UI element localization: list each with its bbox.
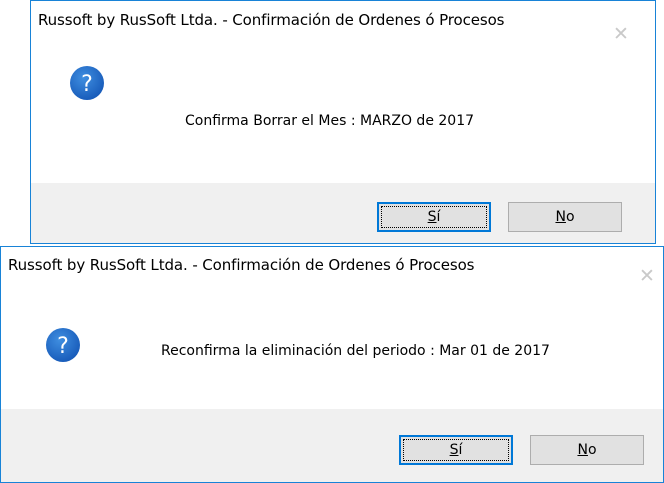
- no-mnemonic: N: [555, 209, 566, 225]
- yes-label-rest: í: [436, 209, 441, 225]
- dialog-message: Reconfirma la eliminación del periodo : …: [161, 343, 550, 359]
- dialog-titlebar: Russoft by RusSoft Ltda. - Confirmación …: [1, 247, 663, 287]
- yes-button-label: Sí: [450, 442, 463, 458]
- yes-label-rest: í: [458, 442, 463, 458]
- confirm-delete-month-dialog: Russoft by RusSoft Ltda. - Confirmación …: [30, 0, 656, 244]
- no-button[interactable]: No: [508, 202, 622, 232]
- dialog-button-bar: Sí No: [1, 409, 663, 482]
- no-label-rest: o: [565, 209, 575, 225]
- dialog-titlebar: Russoft by RusSoft Ltda. - Confirmación …: [31, 1, 655, 45]
- no-button[interactable]: No: [530, 435, 644, 465]
- yes-button[interactable]: Sí: [399, 435, 513, 465]
- dialog-title: Russoft by RusSoft Ltda. - Confirmación …: [8, 256, 475, 274]
- yes-button-label: Sí: [428, 209, 441, 225]
- dialog-message: Confirma Borrar el Mes : MARZO de 2017: [185, 113, 475, 129]
- svg-text:?: ?: [57, 334, 69, 359]
- dialog-title: Russoft by RusSoft Ltda. - Confirmación …: [38, 11, 505, 29]
- reconfirm-delete-period-dialog: Russoft by RusSoft Ltda. - Confirmación …: [0, 246, 664, 483]
- no-button-label: No: [577, 442, 596, 458]
- no-mnemonic: N: [577, 442, 588, 458]
- yes-button[interactable]: Sí: [377, 202, 491, 232]
- dialog-content: [31, 35, 655, 183]
- no-label-rest: o: [587, 442, 597, 458]
- dialog-button-bar: Sí No: [31, 183, 655, 243]
- question-icon: ?: [46, 328, 80, 362]
- question-icon: ?: [70, 66, 104, 100]
- svg-text:?: ?: [81, 72, 93, 97]
- no-button-label: No: [555, 209, 574, 225]
- yes-mnemonic: S: [427, 209, 437, 225]
- yes-mnemonic: S: [449, 442, 459, 458]
